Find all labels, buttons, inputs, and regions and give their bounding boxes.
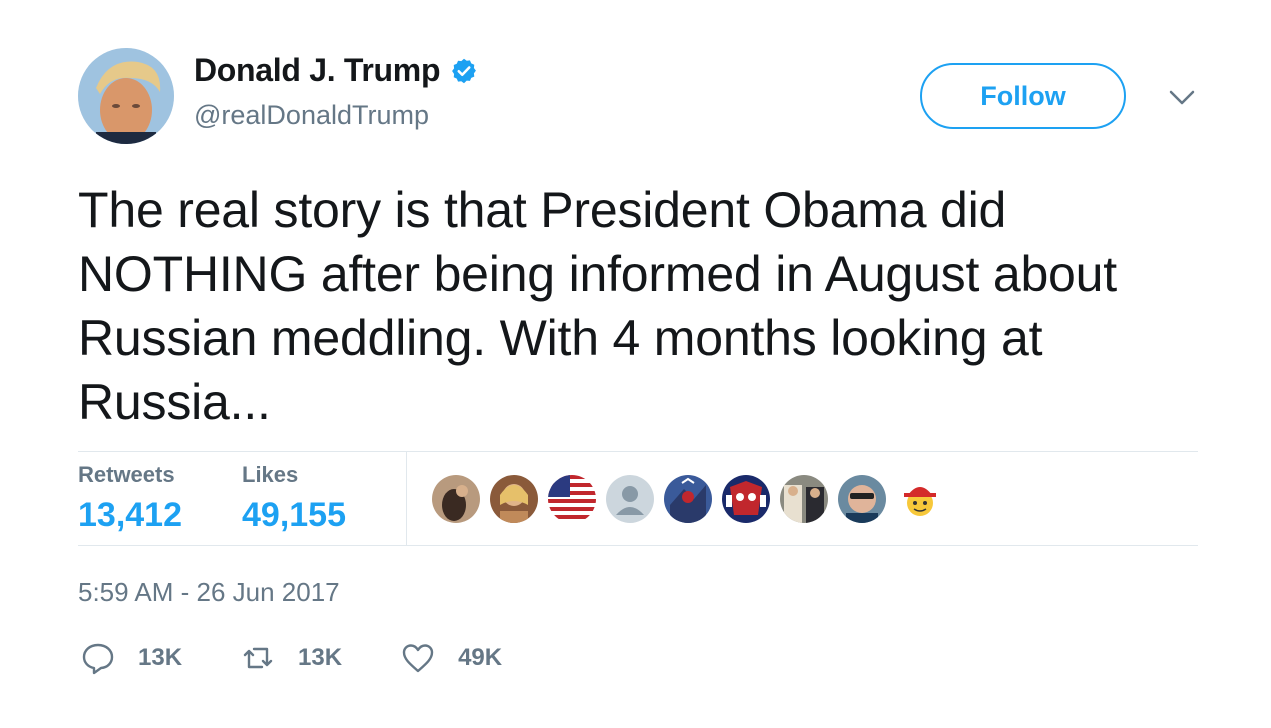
author-name-row: Donald J. Trump bbox=[194, 52, 478, 89]
likes-value: 49,155 bbox=[242, 496, 346, 534]
liker-avatar[interactable] bbox=[490, 475, 538, 523]
liker-avatar[interactable] bbox=[896, 475, 944, 523]
stats-vertical-divider bbox=[406, 452, 407, 546]
heart-icon bbox=[402, 644, 434, 673]
liker-avatar[interactable] bbox=[838, 475, 886, 523]
tweet-text: The real story is that President Obama d… bbox=[78, 182, 1117, 430]
likes-label: Likes bbox=[242, 462, 299, 487]
liker-avatar[interactable] bbox=[722, 475, 770, 523]
tweet-actions: 13K 13K 49K bbox=[80, 640, 560, 676]
retweets-value: 13,412 bbox=[78, 496, 182, 534]
liker-avatar[interactable] bbox=[606, 475, 654, 523]
retweet-icon bbox=[243, 647, 273, 669]
retweets-stat[interactable]: Retweets 13,412 bbox=[78, 462, 182, 535]
stats-bottom-divider bbox=[78, 545, 1198, 546]
liker-avatar[interactable] bbox=[432, 475, 480, 523]
liker-avatars bbox=[432, 475, 954, 523]
chevron-down-icon[interactable] bbox=[1168, 86, 1196, 110]
retweet-count: 13K bbox=[298, 644, 343, 671]
reply-count: 13K bbox=[138, 644, 183, 671]
stats-top-divider bbox=[78, 451, 1198, 452]
author-handle[interactable]: @realDonaldTrump bbox=[194, 100, 429, 131]
retweet-button[interactable]: 13K bbox=[240, 640, 342, 676]
liker-avatar[interactable] bbox=[780, 475, 828, 523]
follow-button[interactable]: Follow bbox=[920, 63, 1126, 129]
author-avatar[interactable] bbox=[78, 48, 174, 144]
retweets-label: Retweets bbox=[78, 462, 175, 487]
verified-badge-icon bbox=[450, 57, 478, 85]
liker-avatar[interactable] bbox=[664, 475, 712, 523]
likes-stat[interactable]: Likes 49,155 bbox=[242, 462, 346, 535]
like-button[interactable]: 49K bbox=[400, 640, 502, 676]
liker-avatar[interactable] bbox=[548, 475, 596, 523]
avatar-image bbox=[78, 48, 174, 144]
reply-button[interactable]: 13K bbox=[80, 640, 182, 676]
reply-icon bbox=[82, 643, 114, 675]
like-count: 49K bbox=[458, 644, 503, 671]
tweet-timestamp[interactable]: 5:59 AM - 26 Jun 2017 bbox=[78, 577, 340, 608]
author-name[interactable]: Donald J. Trump bbox=[194, 52, 441, 89]
